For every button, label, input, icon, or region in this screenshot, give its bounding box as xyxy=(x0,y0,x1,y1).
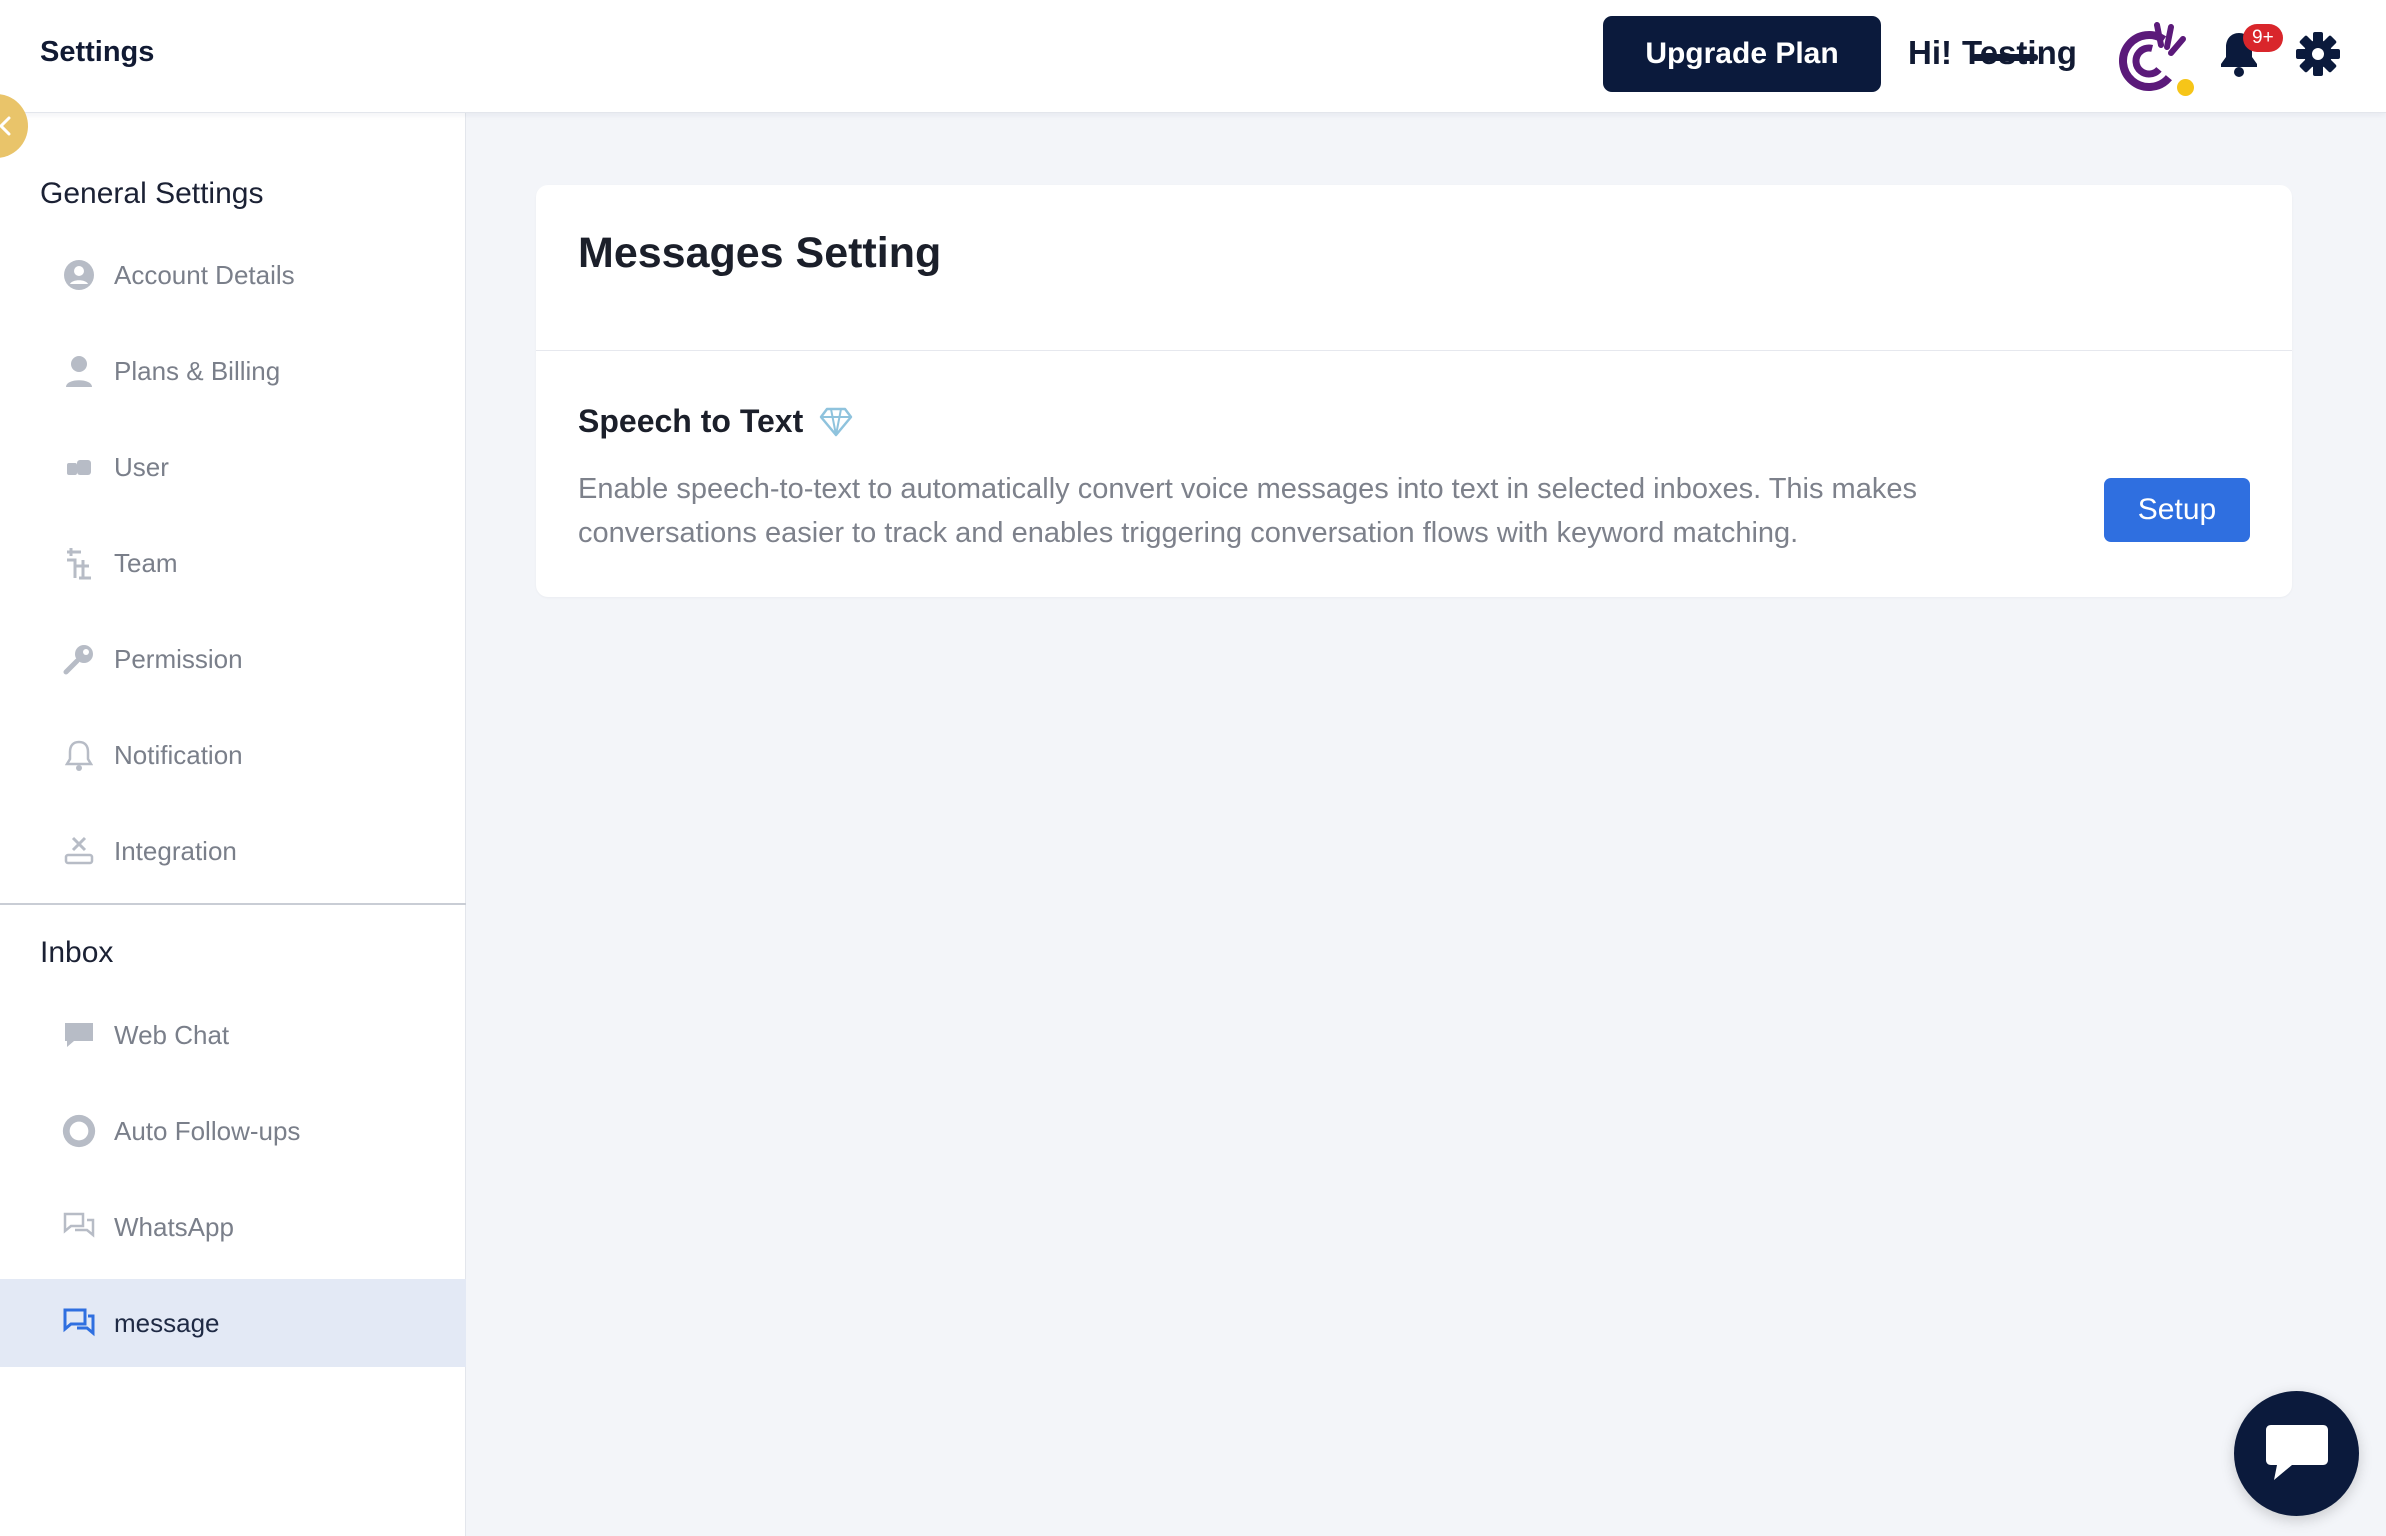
sidebar-item-whatsapp[interactable]: WhatsApp xyxy=(0,1183,466,1271)
chevron-left-icon xyxy=(0,116,11,136)
integration-icon xyxy=(62,834,96,868)
notification-badge: 9+ xyxy=(2243,24,2283,52)
user-greeting: Hi! Testing xyxy=(1908,34,2077,72)
sidebar-item-label: Team xyxy=(114,547,178,578)
user-name: Testing xyxy=(1962,34,2077,71)
diamond-icon xyxy=(819,407,853,436)
sidebar-item-label: message xyxy=(114,1307,220,1338)
sidebar-item-label: Web Chat xyxy=(114,1019,230,1050)
circle-chat-icon xyxy=(62,1114,96,1148)
speech-to-text-heading: Speech to Text xyxy=(578,403,853,440)
sidebar-item-web-chat[interactable]: Web Chat xyxy=(0,991,466,1079)
settings-sidebar: General Settings Account Details Plans &… xyxy=(0,113,466,1536)
sidebar-item-team[interactable]: Team xyxy=(0,519,466,607)
feature-title-text: Speech to Text xyxy=(578,403,804,439)
sidebar-item-label: Permission xyxy=(114,643,243,674)
sidebar-item-message[interactable]: message xyxy=(0,1279,466,1367)
sidebar-item-label: Notification xyxy=(114,739,243,770)
sidebar-item-label: Auto Follow-ups xyxy=(114,1115,301,1146)
sidebar-item-integration[interactable]: Integration xyxy=(0,807,466,895)
support-chat-button[interactable] xyxy=(2234,1391,2359,1516)
key-icon xyxy=(62,642,96,676)
messages-setting-card: Messages Setting Speech to Text Enable s… xyxy=(536,185,2292,597)
sidebar-item-label: Integration xyxy=(114,835,237,866)
sidebar-item-notification[interactable]: Notification xyxy=(0,711,466,799)
person-icon xyxy=(62,354,96,388)
gear-icon[interactable] xyxy=(2296,32,2340,76)
sidebar-divider xyxy=(0,903,466,905)
feature-description: Enable speech-to-text to automatically c… xyxy=(578,473,1917,549)
message-icon xyxy=(62,1306,96,1340)
sidebar-item-auto-follow-ups[interactable]: Auto Follow-ups xyxy=(0,1087,466,1175)
general-settings-heading: General Settings xyxy=(40,177,264,210)
chat-bubble-icon xyxy=(2265,1424,2328,1480)
card-title: Messages Setting xyxy=(578,229,942,277)
sidebar-item-account-details[interactable]: Account Details xyxy=(0,231,466,319)
online-status-dot xyxy=(2177,79,2194,96)
top-header: Settings Upgrade Plan Hi! Testing 9+ xyxy=(0,0,2386,113)
chat-bubble-icon xyxy=(62,1018,96,1052)
sidebar-item-label: Plans & Billing xyxy=(114,355,281,386)
greeting-text: Hi! xyxy=(1908,34,1952,71)
page-title: Settings xyxy=(40,36,155,68)
card-divider xyxy=(536,350,2292,351)
sidebar-item-label: WhatsApp xyxy=(114,1211,234,1242)
sidebar-item-label: User xyxy=(114,451,169,482)
messages-icon xyxy=(62,1210,96,1244)
sidebar-item-user[interactable]: User xyxy=(0,423,466,511)
sidebar-item-plans-billing[interactable]: Plans & Billing xyxy=(0,327,466,415)
users-icon xyxy=(62,450,96,484)
team-icon xyxy=(62,546,96,580)
inbox-heading: Inbox xyxy=(40,936,114,969)
sidebar-item-permission[interactable]: Permission xyxy=(0,615,466,703)
bell-icon xyxy=(62,738,96,772)
user-circle-icon xyxy=(62,258,96,292)
setup-button[interactable]: Setup xyxy=(2104,478,2250,542)
upgrade-plan-button[interactable]: Upgrade Plan xyxy=(1603,16,1881,92)
sidebar-item-label: Account Details xyxy=(114,259,295,290)
